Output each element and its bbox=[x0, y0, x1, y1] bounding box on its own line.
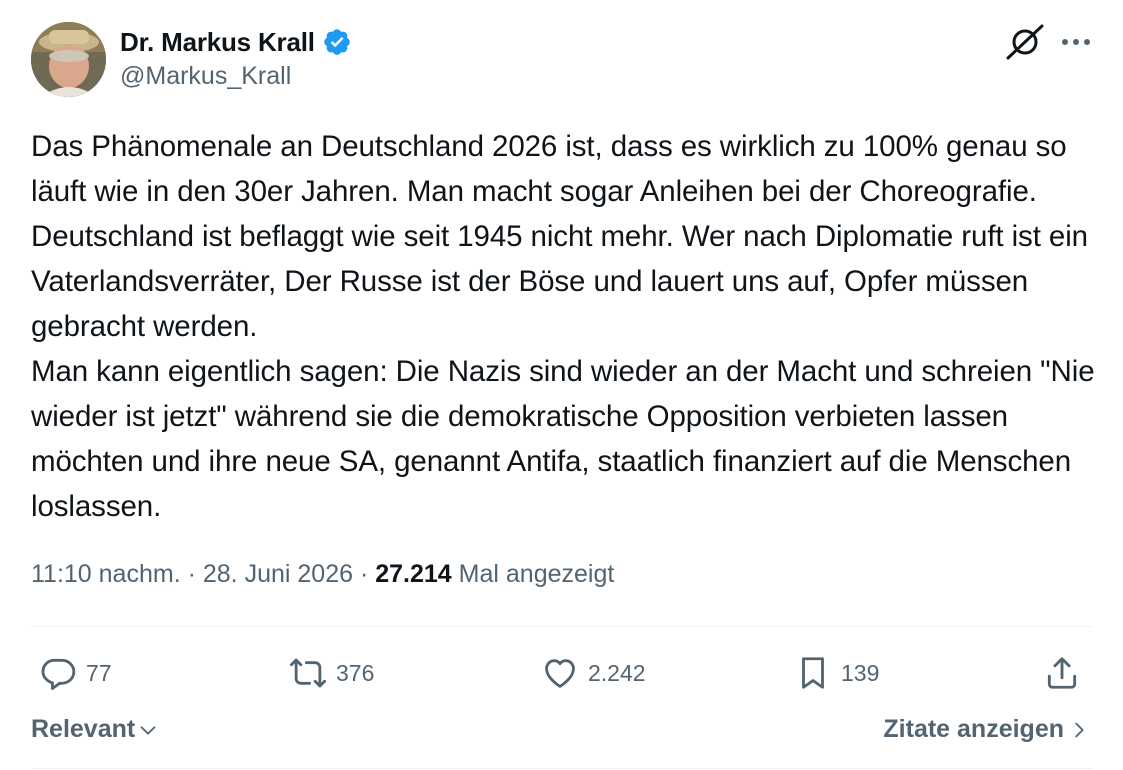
heart-icon bbox=[545, 659, 575, 688]
verified-badge-icon[interactable] bbox=[322, 27, 352, 57]
grok-icon[interactable] bbox=[1005, 24, 1045, 60]
bookmark-count: 139 bbox=[841, 659, 880, 686]
like-count: 2.242 bbox=[588, 659, 646, 686]
author-name-row[interactable]: Dr. Markus Krall bbox=[120, 24, 352, 60]
reply-button[interactable]: 77 bbox=[39, 648, 112, 698]
author-display-name[interactable]: Dr. Markus Krall bbox=[120, 27, 315, 58]
tweet-meta: 11:10 nachm. · 28. Juni 2026 · 27.214 Ma… bbox=[31, 560, 614, 589]
divider bbox=[31, 768, 1092, 769]
bookmark-button[interactable]: 139 bbox=[794, 648, 879, 698]
more-options-icon[interactable] bbox=[1060, 30, 1092, 54]
sort-label: Relevant bbox=[31, 715, 136, 743]
meta-separator: · bbox=[187, 560, 196, 588]
share-button[interactable] bbox=[1043, 648, 1081, 698]
like-button[interactable]: 2.242 bbox=[541, 648, 646, 698]
quotes-label: Zitate anzeigen bbox=[883, 715, 1064, 743]
repost-count: 376 bbox=[336, 659, 375, 686]
views-label: Mal angezeigt bbox=[458, 560, 615, 588]
repost-icon bbox=[289, 658, 327, 688]
meta-separator: · bbox=[359, 560, 369, 588]
action-bar: 77 376 2.242 139 bbox=[31, 648, 1092, 698]
avatar[interactable] bbox=[31, 22, 106, 97]
share-icon bbox=[1047, 657, 1077, 689]
author-handle[interactable]: @Markus_Krall bbox=[120, 62, 291, 91]
reply-count: 77 bbox=[86, 659, 112, 686]
sort-dropdown[interactable]: Relevant bbox=[31, 715, 159, 744]
repost-button[interactable]: 376 bbox=[289, 648, 374, 698]
views-count: 27.214 bbox=[375, 560, 452, 588]
chevron-right-icon bbox=[1075, 722, 1084, 737]
tweet-time[interactable]: 11:10 nachm. bbox=[31, 560, 181, 588]
tweet-date[interactable]: 28. Juni 2026 bbox=[203, 560, 353, 588]
bookmark-icon bbox=[802, 657, 824, 689]
divider bbox=[31, 626, 1092, 627]
reply-icon bbox=[41, 658, 76, 690]
avatar-image bbox=[31, 22, 106, 97]
chevron-down-icon bbox=[140, 725, 156, 735]
view-quotes-link[interactable]: Zitate anzeigen bbox=[883, 715, 1090, 744]
tweet-text: Das Phänomenale an Deutschland 2026 ist,… bbox=[31, 130, 1095, 523]
